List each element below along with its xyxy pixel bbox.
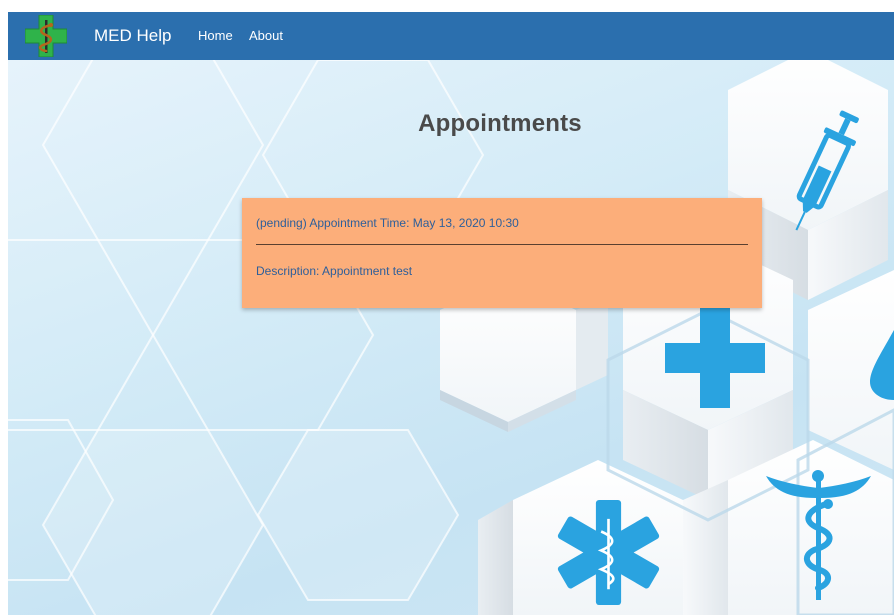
nav-home-link[interactable]: Home bbox=[198, 27, 233, 45]
background-hexagon-pattern bbox=[8, 60, 894, 615]
card-divider bbox=[256, 244, 748, 245]
appointment-card[interactable]: (pending) Appointment Time: May 13, 2020… bbox=[242, 198, 762, 308]
appointment-time: (pending) Appointment Time: May 13, 2020… bbox=[256, 216, 519, 230]
appointment-description: Description: Appointment test bbox=[256, 264, 413, 278]
star-of-life-icon bbox=[557, 500, 660, 605]
brand-link[interactable]: MED Help bbox=[94, 25, 171, 47]
page: MED Help Home About Appointments (pendin… bbox=[0, 0, 894, 615]
drop-icon bbox=[870, 330, 894, 400]
nav-about-link[interactable]: About bbox=[249, 27, 283, 45]
page-title: Appointments bbox=[418, 110, 582, 137]
navbar: MED Help Home About bbox=[8, 12, 894, 60]
caduceus-cross-logo-icon[interactable] bbox=[25, 15, 67, 57]
medical-cross-icon bbox=[665, 308, 765, 408]
caduceus-icon bbox=[766, 470, 871, 600]
